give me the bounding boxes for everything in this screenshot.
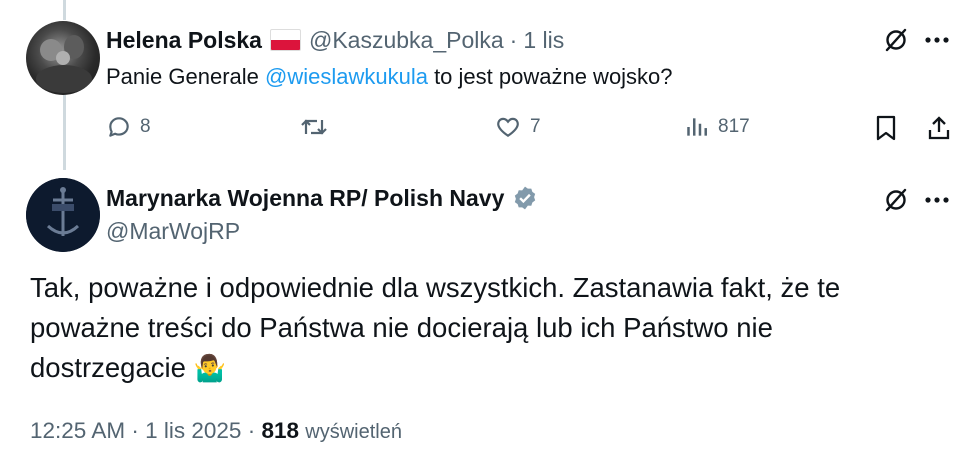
views-icon [687, 118, 707, 136]
reply-text: Panie Generale @wieslawkukula to jest po… [106, 64, 673, 90]
post-time[interactable]: 12:25 AM [30, 418, 125, 443]
verified-icon [512, 185, 538, 211]
reply-text-suffix: to jest poważne wojsko? [427, 64, 673, 89]
like-icon [497, 117, 519, 137]
post-body: Tak, poważne i odpowiednie dla wszystkic… [30, 272, 841, 383]
avatar-navy[interactable] [26, 178, 100, 252]
repost-icon [301, 119, 327, 135]
post-views-label: wyświetleń [305, 421, 402, 443]
post-date[interactable]: 1 lis 2025 [145, 418, 241, 443]
more-icon[interactable] [920, 186, 954, 214]
reply-count: 8 [140, 116, 151, 137]
grok-icon[interactable] [880, 184, 912, 216]
mention-link[interactable]: @wieslawkukula [265, 64, 428, 89]
post-header: Marynarka Wojenna RP/ Polish Navy [106, 183, 538, 213]
flag-pl-icon [269, 29, 301, 51]
post-meta: 12:25 AM · 1 lis 2025 · 818 wyświetleń [30, 418, 402, 444]
more-icon[interactable] [920, 26, 954, 54]
views-count: 817 [718, 116, 750, 137]
post-text: Tak, poważne i odpowiednie dla wszystkic… [30, 268, 930, 388]
repost-button[interactable] [300, 114, 336, 140]
meta-separator: · [247, 418, 256, 443]
bookmark-icon[interactable] [872, 114, 900, 142]
thread-line-top [63, 0, 66, 20]
reply-author-handle[interactable]: @Kaszubka_Polka [309, 27, 504, 54]
like-button[interactable]: 7 [494, 114, 541, 140]
reply-author-name[interactable]: Helena Polska [106, 27, 262, 54]
meta-separator: · [131, 418, 139, 443]
views-button[interactable]: 817 [684, 114, 750, 140]
thread-line [63, 92, 66, 170]
post-handle-row: @MarWojRP [106, 216, 240, 246]
reply-time[interactable]: 1 lis [523, 27, 564, 54]
reply-button[interactable]: 8 [106, 114, 151, 140]
share-icon[interactable] [924, 114, 954, 142]
reply-text-prefix: Panie Generale [106, 64, 265, 89]
post-author-handle[interactable]: @MarWojRP [106, 218, 240, 245]
avatar-helena[interactable] [26, 21, 100, 95]
grok-icon[interactable] [880, 24, 912, 56]
shrug-emoji-icon: 🤷‍♂️ [193, 353, 226, 383]
reply-separator: · [509, 26, 518, 53]
post-views-count: 818 [261, 418, 300, 443]
post-author-name[interactable]: Marynarka Wojenna RP/ Polish Navy [106, 185, 504, 212]
like-count: 7 [530, 116, 541, 137]
reply-icon [109, 117, 129, 137]
reply-header: Helena Polska @Kaszubka_Polka · 1 lis [106, 26, 564, 54]
